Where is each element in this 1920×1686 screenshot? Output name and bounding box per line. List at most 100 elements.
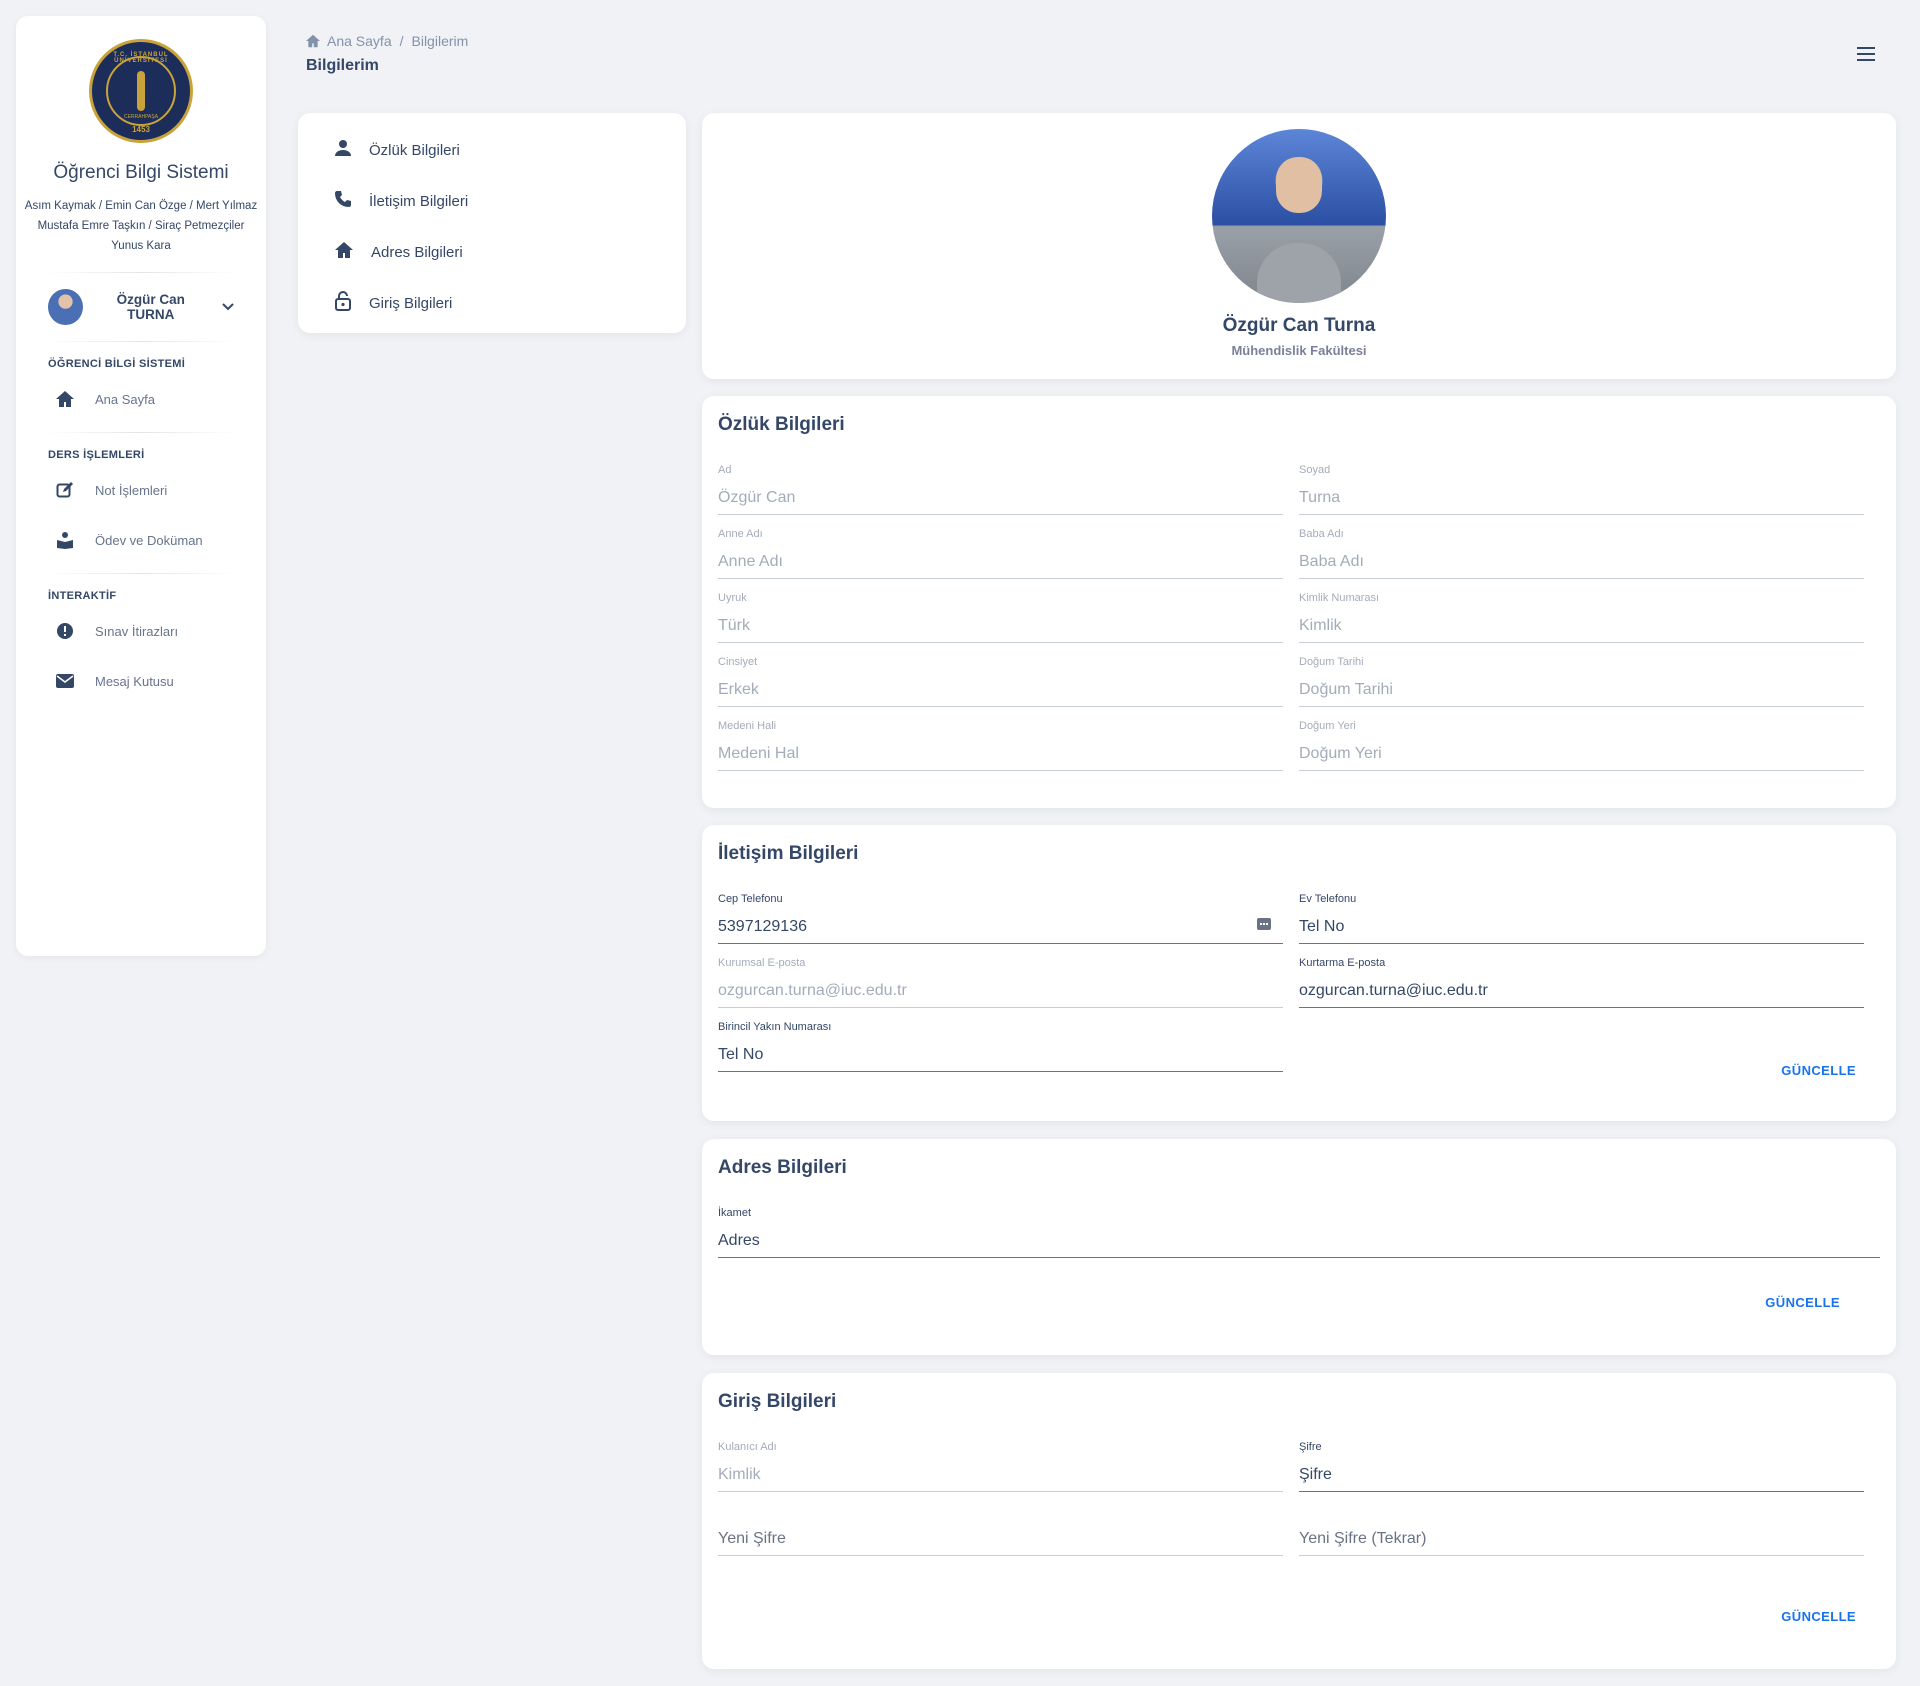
field-label: Kulanıcı Adı (718, 1441, 777, 1453)
field-label: Cinsiyet (718, 656, 758, 668)
field-label: Medeni Hali (718, 720, 777, 732)
breadcrumb-current: Bilgilerim (411, 33, 469, 49)
field-value: Türk (718, 617, 750, 634)
person-icon (334, 139, 352, 162)
menu-item-adres[interactable]: Adres Bilgileri (298, 227, 686, 278)
authors: Asım Kaymak / Emin Can Özge / Mert Yılma… (16, 196, 266, 256)
menu-item-label: Giriş Bilgileri (369, 295, 453, 312)
field-label (718, 1505, 1283, 1519)
hamburger-menu-icon[interactable] (1857, 47, 1875, 65)
nav-item-not-islemleri[interactable]: Not İşlemleri (16, 465, 266, 515)
field-value: Kimlik (1299, 617, 1342, 634)
menu-item-iletisim[interactable]: İletişim Bilgileri (298, 176, 686, 227)
address-update-button[interactable]: GÜNCELLE (1765, 1295, 1840, 1310)
avatar (48, 289, 83, 325)
breadcrumb-home-link[interactable]: Ana Sayfa (327, 33, 392, 49)
field-label: Uyruk (718, 592, 747, 604)
app-title: Öğrenci Bilgi Sistemi (53, 162, 229, 183)
nav-section-title: DERS İŞLEMLERİ (48, 449, 145, 461)
baba-adi-field: Baba Adı Baba Adı (1299, 528, 1864, 592)
sifre-input[interactable]: Şifre Şifre (1299, 1441, 1864, 1505)
dogum-yeri-field: Doğum Yeri Doğum Yeri (1299, 720, 1864, 784)
nav-item-ana-sayfa[interactable]: Ana Sayfa (16, 374, 266, 424)
card-title: Giriş Bilgileri (718, 1391, 837, 1412)
field-value[interactable]: Adres (718, 1231, 1880, 1251)
card-title: Özlük Bilgileri (718, 414, 845, 435)
ev-telefonu-input[interactable]: Ev Telefonu Tel No (1299, 893, 1864, 957)
field-value: Anne Adı (718, 553, 783, 570)
chevron-down-icon[interactable] (222, 300, 234, 314)
nav-label: Ödev ve Doküman (95, 532, 203, 548)
field-value: Doğum Tarihi (1299, 681, 1393, 698)
mail-icon (54, 670, 76, 692)
logo-mid-text: CERRAHPAŞA (123, 114, 159, 120)
home-icon (54, 388, 76, 410)
authors-line: Mustafa Emre Taşkın / Siraç Petmezçiler (37, 220, 245, 232)
field-placeholder[interactable]: Yeni Şifre (718, 1529, 1283, 1549)
authors-line: Asım Kaymak / Emin Can Özge / Mert Yılma… (24, 200, 258, 212)
field-value[interactable]: Şifre (1299, 1465, 1864, 1485)
menu-item-giris[interactable]: Giriş Bilgileri (298, 278, 686, 329)
birincil-yakin-input[interactable]: Birincil Yakın Numarası Tel No (718, 1021, 1283, 1085)
field-value[interactable]: 5397129136 (718, 917, 1283, 937)
field-label: Kurumsal E-posta (718, 957, 806, 969)
field-label: Birincil Yakın Numarası (718, 1021, 832, 1033)
menu-item-label: Özlük Bilgileri (369, 142, 460, 159)
field-label: Baba Adı (1299, 528, 1344, 540)
breadcrumb-separator: / (399, 33, 404, 49)
address-info-card: Adres Bilgileri İkamet Adres GÜNCELLE (702, 1139, 1896, 1355)
alert-icon (54, 620, 76, 642)
nav-label: Not İşlemleri (95, 482, 168, 498)
field-value: Erkek (718, 681, 759, 698)
divider (44, 573, 238, 574)
yeni-sifre-input[interactable]: Yeni Şifre (718, 1505, 1283, 1569)
field-value: Doğum Yeri (1299, 745, 1382, 762)
anne-adi-field: Anne Adı Anne Adı (718, 528, 1283, 592)
login-update-button[interactable]: GÜNCELLE (1781, 1609, 1856, 1624)
home-icon[interactable] (305, 34, 321, 48)
field-value: Baba Adı (1299, 553, 1364, 570)
kurtarma-eposta-input[interactable]: Kurtarma E-posta ozgurcan.turna@iuc.edu.t… (1299, 957, 1864, 1021)
field-label: İkamet (718, 1207, 752, 1219)
field-label: Ev Telefonu (1299, 893, 1357, 905)
nav-item-sinav-itirazlari[interactable]: Sınav İtirazları (16, 606, 266, 656)
field-placeholder[interactable]: Yeni Şifre (Tekrar) (1299, 1529, 1864, 1549)
field-value: Kimlik (718, 1466, 761, 1483)
field-value[interactable]: Tel No (1299, 917, 1864, 937)
lock-icon (334, 291, 352, 316)
authors-line: Yunus Kara (111, 240, 171, 252)
password-manager-icon[interactable] (1257, 918, 1271, 930)
divider (44, 272, 238, 273)
page-title: Bilgilerim (306, 57, 379, 74)
contact-info-card: İletişim Bilgileri Cep Telefonu 539712913… (702, 825, 1896, 1121)
nav-label: Mesaj Kutusu (95, 673, 174, 689)
field-value[interactable]: ozgurcan.turna@iuc.edu.tr (1299, 981, 1864, 1001)
menu-item-ozluk[interactable]: Özlük Bilgileri (298, 125, 686, 176)
contact-update-button[interactable]: GÜNCELLE (1781, 1063, 1856, 1078)
nav-label: Sınav İtirazları (95, 623, 179, 639)
nav-section-title: ÖĞRENCİ BİLGİ SİSTEMİ (48, 358, 186, 370)
login-info-card: Giriş Bilgileri Kulanıcı Adı Kimlik Şifre… (702, 1373, 1896, 1669)
dogum-tarihi-field: Doğum Tarihi Doğum Tarihi (1299, 656, 1864, 720)
ikamet-input[interactable]: İkamet Adres (718, 1207, 1880, 1271)
personal-info-card: Özlük Bilgileri Ad Özgür Can Soyad Turna A… (702, 396, 1896, 808)
nav-item-odev-dokuman[interactable]: Ödev ve Doküman (16, 515, 266, 565)
yeni-sifre-tekrar-input[interactable]: Yeni Şifre (Tekrar) (1299, 1505, 1864, 1569)
field-label: Ad (718, 464, 732, 476)
cep-telefonu-input[interactable]: Cep Telefonu 5397129136 (718, 893, 1283, 957)
divider (44, 432, 238, 433)
menu-item-label: İletişim Bilgileri (369, 193, 469, 210)
user-menu[interactable]: Özgür Can TURNA (16, 289, 266, 325)
nav-section-title: İNTERAKTİF (48, 590, 117, 602)
nav-item-mesaj-kutusu[interactable]: Mesaj Kutusu (16, 656, 266, 706)
field-value: Turna (1299, 489, 1341, 506)
field-value[interactable]: Tel No (718, 1045, 1283, 1065)
field-value: Özgür Can (718, 489, 796, 506)
field-label: Doğum Tarihi (1299, 656, 1364, 668)
edit-icon (54, 479, 76, 501)
field-label: Kurtarma E-posta (1299, 957, 1386, 969)
phone-icon (334, 190, 352, 213)
user-name: Özgür Can TURNA (116, 292, 185, 322)
kullanici-adi-field: Kulanıcı Adı Kimlik (718, 1441, 1283, 1505)
field-value: Medeni Hal (718, 745, 799, 762)
